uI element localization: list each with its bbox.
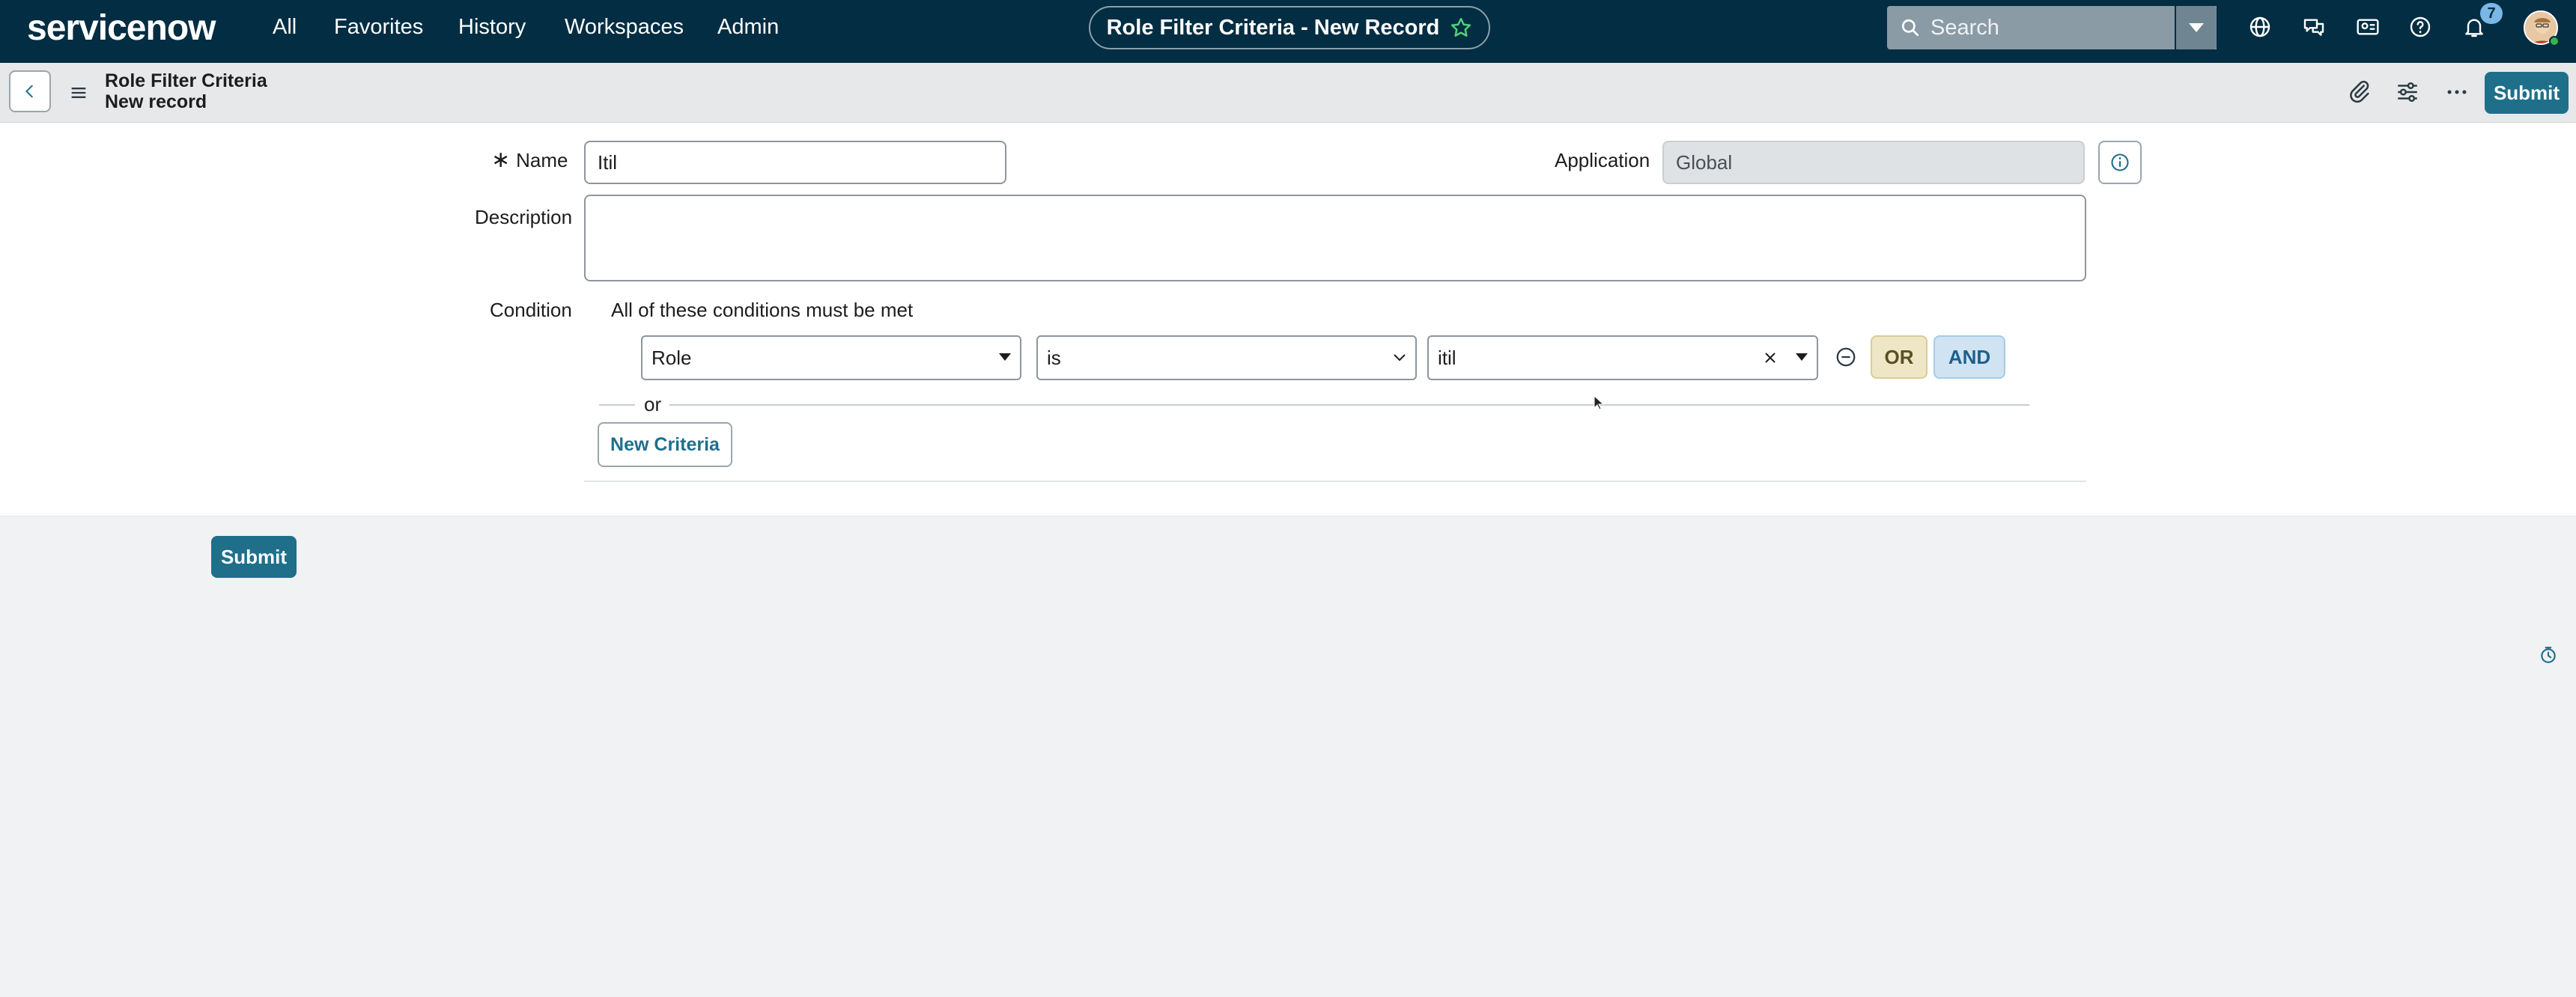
user-status-indicator — [2549, 36, 2560, 46]
application-field: Global — [1662, 141, 2085, 184]
chat-icon[interactable] — [2302, 15, 2326, 39]
remove-condition-icon[interactable] — [1835, 346, 1857, 368]
condition-value-select[interactable]: itil — [1427, 335, 1818, 380]
response-time-clock-icon[interactable] — [2539, 645, 2558, 665]
record-title-pill[interactable]: Role Filter Criteria - New Record — [1089, 6, 1490, 49]
top-navigation-bar: servicenow All Favorites History Workspa… — [0, 0, 2576, 63]
nav-workspaces[interactable]: Workspaces — [565, 13, 684, 40]
more-options-icon[interactable] — [2444, 79, 2470, 105]
search-input[interactable] — [1931, 15, 2200, 40]
application-label: Application — [1555, 149, 1650, 171]
globe-icon[interactable] — [2248, 15, 2272, 39]
condition-label: Condition — [490, 299, 572, 321]
description-label: Description — [475, 206, 573, 228]
back-button[interactable] — [9, 70, 51, 112]
nav-admin[interactable]: Admin — [717, 13, 779, 40]
star-icon[interactable] — [1450, 16, 1472, 39]
add-or-condition-button[interactable]: OR — [1871, 335, 1928, 379]
description-textarea[interactable] — [584, 195, 2086, 281]
chevron-down-icon — [1394, 354, 1406, 362]
nav-history[interactable]: History — [458, 13, 526, 40]
notification-badge: 7 — [2480, 3, 2503, 24]
name-field[interactable]: Itil — [584, 141, 1006, 184]
search-icon — [1901, 19, 1919, 37]
submit-button-bottom[interactable]: Submit — [211, 536, 297, 578]
or-divider-right — [669, 404, 2029, 406]
impersonate-icon[interactable] — [2356, 15, 2380, 39]
new-criteria-button[interactable]: New Criteria — [598, 422, 732, 467]
form-header-bar: Role Filter Criteria New record Submit — [0, 63, 2576, 123]
caret-down-icon[interactable] — [1796, 353, 1808, 361]
record-title: Role Filter Criteria - New Record — [1106, 15, 1440, 40]
record-form: ∗ Name Itil Application Global Descriptio… — [0, 123, 2576, 516]
mouse-cursor-icon — [1594, 395, 1604, 410]
condition-field-select[interactable]: Role — [641, 335, 1021, 380]
info-icon — [2111, 153, 2129, 171]
form-subtitle: New record — [105, 91, 207, 112]
required-asterisk-icon: ∗ — [491, 147, 511, 172]
clear-value-icon[interactable] — [1763, 350, 1778, 365]
or-separator-label: or — [644, 393, 662, 415]
form-divider — [584, 481, 2086, 482]
nav-all[interactable]: All — [273, 13, 297, 40]
chevron-left-icon — [25, 85, 33, 98]
form-settings-sliders-icon[interactable] — [2395, 79, 2420, 105]
condition-value-text: itil — [1438, 347, 1456, 369]
or-divider-left — [599, 404, 635, 406]
servicenow-logo[interactable]: servicenow — [27, 7, 216, 49]
help-icon[interactable] — [2408, 15, 2432, 39]
caret-down-icon — [999, 353, 1011, 361]
hamburger-menu-icon[interactable] — [67, 82, 90, 103]
attachment-icon[interactable] — [2347, 79, 2372, 105]
application-info-button[interactable] — [2098, 141, 2142, 184]
nav-favorites[interactable]: Favorites — [334, 13, 423, 40]
condition-field-value: Role — [651, 347, 692, 369]
search-scope-dropdown[interactable] — [2175, 6, 2217, 49]
condition-summary: All of these conditions must be met — [611, 299, 914, 321]
condition-operator-value: is — [1047, 347, 1061, 369]
form-title: Role Filter Criteria — [105, 70, 267, 91]
add-and-condition-button[interactable]: AND — [1933, 335, 2005, 379]
caret-down-icon — [2189, 23, 2204, 32]
global-search[interactable] — [1887, 6, 2217, 49]
submit-button-header[interactable]: Submit — [2485, 72, 2569, 114]
name-label: ∗ Name — [491, 147, 568, 172]
condition-operator-select[interactable]: is — [1036, 335, 1417, 380]
